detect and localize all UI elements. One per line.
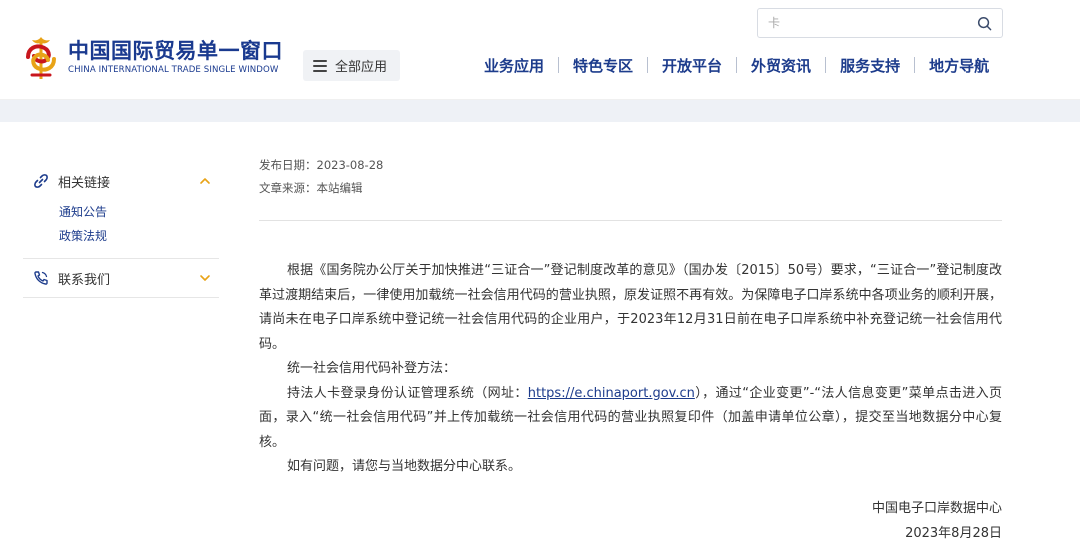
article-body: 根据《国务院办公厅关于加快推进“三证合一”登记制度改革的意见》（国办发〔2015… — [259, 259, 1002, 546]
search-input[interactable] — [768, 13, 968, 33]
site-logo[interactable]: 中国国际贸易单一窗口 CHINA INTERNATIONAL TRADE SIN… — [22, 33, 302, 83]
sidebar-item-notices[interactable]: 通知公告 — [23, 200, 219, 224]
search-icon[interactable] — [977, 16, 992, 31]
sidebar-group-header-links[interactable]: 相关链接 — [23, 162, 219, 200]
link-icon — [34, 174, 48, 188]
publish-date-label: 发布日期： — [259, 158, 317, 172]
main-nav: 业务应用 特色专区 开放平台 外贸资讯 服务支持 地方导航 — [470, 52, 1003, 78]
source-value: 本站编辑 — [316, 181, 363, 195]
chevron-up-icon[interactable] — [199, 175, 211, 187]
nav-item-trade-news[interactable]: 外贸资讯 — [737, 55, 825, 76]
publish-date-line: 发布日期：2023-08-28 — [259, 154, 1002, 177]
phone-icon — [34, 271, 48, 285]
sidebar-group-header-contact[interactable]: 联系我们 — [23, 259, 219, 297]
nav-item-business[interactable]: 业务应用 — [470, 55, 558, 76]
nav-item-service-support[interactable]: 服务支持 — [826, 55, 914, 76]
sidebar-group-links: 相关链接 通知公告 政策法规 — [23, 162, 219, 259]
sidebar-links: 通知公告 政策法规 — [23, 200, 219, 258]
logo-title-en: CHINA INTERNATIONAL TRADE SINGLE WINDOW — [68, 65, 279, 75]
sidebar-group-label: 相关链接 — [58, 175, 111, 191]
sidebar-group-label: 联系我们 — [58, 272, 111, 288]
search-box — [757, 8, 1003, 38]
paragraph-2: 统一社会信用代码补登方法： — [287, 361, 457, 376]
site-header: 中国国际贸易单一窗口 CHINA INTERNATIONAL TRADE SIN… — [0, 0, 1080, 100]
divider — [259, 220, 1002, 221]
nav-item-local-nav[interactable]: 地方导航 — [915, 55, 1003, 76]
all-apps-button[interactable]: 全部应用 — [303, 50, 400, 81]
menu-icon — [313, 59, 327, 72]
sidebar: 相关链接 通知公告 政策法规 联系我们 — [23, 162, 219, 298]
chevron-down-icon[interactable] — [199, 272, 211, 284]
paragraph-4: 如有问题，请您与当地数据分中心联系。 — [287, 459, 522, 474]
paragraph-3: 持法人卡登录身份认证管理系统（网址：https://e.chinaport.go… — [259, 382, 1002, 456]
paragraph-1: 根据《国务院办公厅关于加快推进“三证合一”登记制度改革的意见》（国办发〔2015… — [259, 263, 1002, 352]
signature-org: 中国电子口岸数据中心 — [871, 500, 1002, 516]
source-line: 文章来源：本站编辑 — [259, 177, 1002, 200]
chinaport-link[interactable]: https://e.chinaport.gov.cn — [528, 386, 695, 401]
logo-title-cn: 中国国际贸易单一窗口 — [68, 39, 283, 63]
signature-date: 2023年8月28日 — [905, 525, 1002, 541]
publish-date: 2023-08-28 — [316, 158, 384, 172]
nav-item-featured[interactable]: 特色专区 — [559, 55, 647, 76]
signature-block: 中国电子口岸数据中心 2023年8月28日 — [259, 496, 1002, 546]
sidebar-group-contact: 联系我们 — [23, 259, 219, 298]
sidebar-item-policies[interactable]: 政策法规 — [23, 224, 219, 248]
page-banner — [0, 100, 1080, 122]
article-content: 发布日期：2023-08-28 文章来源：本站编辑 根据《国务院办公厅关于加快推… — [259, 154, 1002, 546]
logo-emblem-icon — [26, 37, 56, 79]
all-apps-label: 全部应用 — [335, 60, 388, 75]
paragraph-3-intro: 持法人卡登录身份认证管理系统（网址： — [287, 385, 528, 401]
source-label: 文章来源： — [259, 181, 317, 195]
nav-item-open-platform[interactable]: 开放平台 — [648, 55, 736, 76]
